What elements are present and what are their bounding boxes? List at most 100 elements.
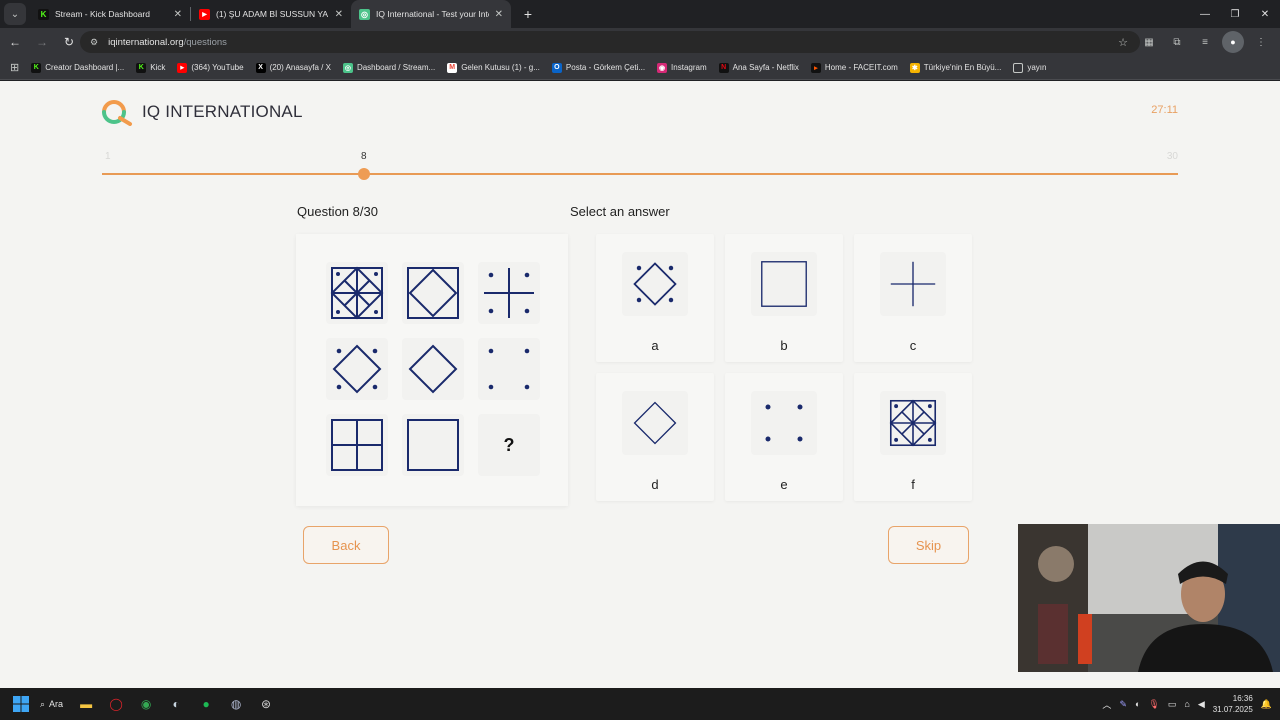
profile-avatar[interactable]: ● [1222,31,1244,53]
square-diamond-figure [407,267,459,319]
iq-logo-icon [102,100,132,126]
apps-grid-icon[interactable]: ⊞ [10,61,19,74]
answer-letter: a [651,338,659,353]
forward-arrow-icon[interactable]: → [30,30,54,54]
bookmark-item[interactable]: K Creator Dashboard |... [31,62,125,73]
progress-start-label: 1 [105,151,111,162]
answer-option-a[interactable]: a [596,234,714,362]
cross-figure [890,261,936,307]
bookmark-item[interactable]: ▶ (364) YouTube [177,62,244,73]
tab-kick-dashboard[interactable]: K Stream - Kick Dashboard ✕ [30,0,190,28]
bookmark-item[interactable]: O Posta - Görkem Çeti... [551,62,646,73]
progress-labels: 1 8 30 [102,151,1178,165]
minimize-icon[interactable]: — [1190,0,1220,28]
diamond-figure [408,344,458,394]
answer-letter: b [780,338,788,353]
bookmark-item[interactable]: X (20) Anasayfa / X [255,62,331,73]
back-arrow-icon[interactable]: ← [3,30,27,54]
close-icon[interactable]: ✕ [495,9,503,20]
kick-icon: K [38,8,49,20]
bookmark-label: Home - FACEIT.com [824,63,898,72]
clock-time: 16:36 [1232,694,1253,703]
answer-option-f[interactable]: f [854,373,972,501]
bookmark-item[interactable]: ✱ Türkiye'nin En Büyü... [909,62,1001,73]
diamond-dots-figure [332,344,382,394]
bookmark-item[interactable]: N Ana Sayfa - Netflix [718,62,799,73]
bookmark-item[interactable]: K Kick [136,62,165,73]
tab-search-button[interactable]: ⌄ [4,3,26,25]
countdown-timer: 27:11 [1151,104,1178,116]
tab-iq-international[interactable]: ◎ IQ International - Test your Inte ✕ [351,0,511,28]
answer-figure [622,391,688,455]
extensions-puzzle-icon[interactable]: ⧉ [1166,31,1188,53]
answer-letter: e [780,477,788,492]
search-label: Ara [49,699,64,709]
window-controls: — ❐ ✕ [1190,0,1280,28]
webcam-feed-image [1018,524,1280,672]
matrix-cell-square-cross [326,414,388,476]
bookmark-star-icon[interactable]: ☆ [1118,36,1128,49]
extension-icon[interactable]: ▦ [1138,31,1160,53]
steam-tray-icon[interactable]: ◐ [1135,699,1140,709]
youtube-icon: ▶ [199,8,210,20]
tab-youtube[interactable]: ▶ (1) ŞU ADAM Bİ SUSSUN YA | In ✕ [191,0,351,28]
obs-icon[interactable]: ◍ [221,689,251,719]
file-explorer-icon[interactable]: ▬ [71,689,101,719]
address-bar[interactable]: ⚙ iqinternational.org/questions ☆ [80,31,1140,53]
square-figure [761,261,807,307]
brand-name: IQ INTERNATIONAL [142,102,303,121]
url-host: iqinternational.org [108,36,184,48]
bookmark-label: Creator Dashboard |... [45,63,125,72]
bookmark-item[interactable]: ◉ Instagram [657,62,707,73]
microphone-icon[interactable]: 🎙 [1148,699,1159,710]
bookmark-label: Gelen Kutusu (1) - g... [461,63,540,72]
back-button[interactable]: Back [303,526,389,564]
answer-option-c[interactable]: c [854,234,972,362]
tab-title: Stream - Kick Dashboard [55,9,150,19]
steam-icon[interactable]: ◐ [161,689,191,719]
question-title: Question 8/30 [297,204,378,219]
reload-icon[interactable]: ↻ [57,30,81,54]
matrix-cell-square-diamond [402,262,464,324]
notification-bell-icon[interactable]: 🔔 [1261,699,1272,710]
system-clock[interactable]: 16:36 31.07.2025 [1213,693,1253,715]
answer-option-b[interactable]: b [725,234,843,362]
chrome-icon[interactable]: ◉ [131,689,161,719]
close-window-icon[interactable]: ✕ [1250,0,1280,28]
bookmarks-bar: ⊞ K Creator Dashboard |... K Kick ▶ (364) Y… [0,56,1280,80]
search-icon: ⌕ [40,698,46,709]
bookmark-folder[interactable]: yayın [1013,62,1046,73]
opera-icon[interactable]: ◯ [101,689,131,719]
pen-icon[interactable]: ✎ [1119,699,1127,710]
brand-logo[interactable]: IQ INTERNATIONAL [100,98,303,126]
progress-knob [358,168,370,180]
spotify-icon[interactable]: ● [191,689,221,719]
restore-icon[interactable]: ❐ [1220,0,1250,28]
display-icon[interactable]: ▭ [1168,699,1177,710]
skip-button[interactable]: Skip [888,526,969,564]
bookmark-label: Posta - Görkem Çeti... [565,63,646,72]
app-icon[interactable]: ⊛ [251,689,281,719]
bookmark-item[interactable]: M Gelen Kutusu (1) - g... [447,62,540,73]
progress-current-label: 8 [361,151,367,162]
windows-start-icon[interactable] [6,689,36,719]
answer-figure [622,252,688,316]
taskbar-search[interactable]: ⌕ Ara [40,699,63,710]
answer-option-d[interactable]: d [596,373,714,501]
chevron-up-icon[interactable]: ︿ [1102,698,1111,711]
bookmark-item[interactable]: ◎ Dashboard / Stream... [342,62,436,73]
bookmark-item[interactable]: ▸ Home - FACEIT.com [810,62,898,73]
site-info-icon[interactable]: ⚙ [90,37,98,48]
bookmark-label: Dashboard / Stream... [356,63,436,72]
close-icon[interactable]: ✕ [174,9,182,20]
media-control-icon[interactable]: ≡ [1194,31,1216,53]
answer-figure [751,252,817,316]
webcam-overlay [1018,524,1280,672]
new-tab-button[interactable]: + [517,3,539,25]
menu-kebab-icon[interactable]: ⋮ [1250,31,1272,53]
volume-icon[interactable]: ◀ [1198,699,1205,710]
network-icon[interactable]: ⌂ [1184,699,1189,709]
windows-taskbar: ⌕ Ara ▬ ◯ ◉ ◐ ● ◍ ⊛ ︿ ✎ ◐ 🎙 ▭ ⌂ ◀ 16:36 … [0,688,1280,720]
close-icon[interactable]: ✕ [335,9,343,20]
answer-option-e[interactable]: e [725,373,843,501]
